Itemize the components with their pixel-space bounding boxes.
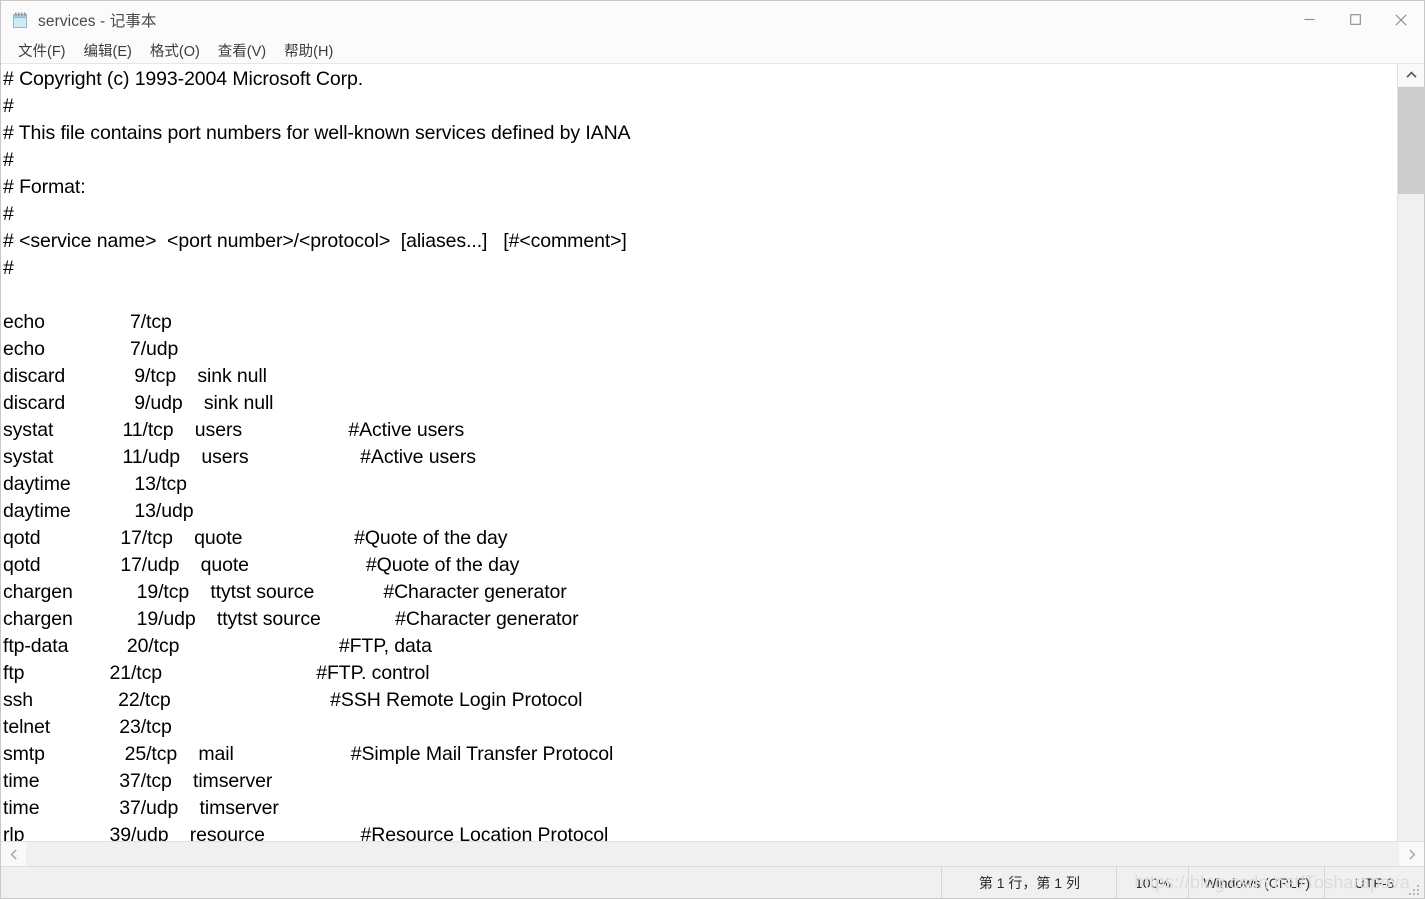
- status-cursor-position: 第 1 行，第 1 列: [941, 867, 1116, 898]
- text-editor[interactable]: # Copyright (c) 1993-2004 Microsoft Corp…: [1, 64, 1397, 841]
- status-spacer: [1, 867, 941, 898]
- window-title: services - 记事本: [38, 12, 157, 30]
- text-line: daytime 13/udp: [3, 500, 194, 522]
- text-line: #: [3, 149, 14, 171]
- horizontal-scroll-track[interactable]: [26, 842, 1399, 866]
- text-line: chargen 19/udp ttytst source #Character …: [3, 608, 579, 630]
- scroll-right-button[interactable]: [1399, 842, 1424, 866]
- vertical-scrollbar[interactable]: [1397, 64, 1425, 841]
- chevron-right-icon: [1408, 848, 1416, 860]
- close-button[interactable]: [1378, 1, 1424, 38]
- text-line: smtp 25/tcp mail #Simple Mail Transfer P…: [3, 743, 614, 765]
- text-line: time 37/tcp timserver: [3, 770, 273, 792]
- text-line: chargen 19/tcp ttytst source #Character …: [3, 581, 567, 603]
- maximize-icon: [1349, 14, 1361, 25]
- status-line-ending[interactable]: Windows (CRLF): [1188, 867, 1324, 898]
- text-line: ftp-data 20/tcp #FTP, data: [3, 635, 432, 657]
- text-line: # Format:: [3, 176, 86, 198]
- text-line: daytime 13/tcp: [3, 473, 187, 495]
- text-line: discard 9/udp sink null: [3, 392, 274, 414]
- text-line: discard 9/tcp sink null: [3, 365, 267, 387]
- text-line: #: [3, 257, 14, 279]
- resize-grip[interactable]: [1409, 883, 1421, 895]
- chevron-up-icon: [1405, 71, 1417, 78]
- text-line: echo 7/udp: [3, 338, 179, 360]
- window-controls: [1286, 1, 1424, 38]
- text-line: ftp 21/tcp #FTP. control: [3, 662, 430, 684]
- menu-bar: 文件(F) 编辑(E) 格式(O) 查看(V) 帮助(H): [1, 38, 1424, 64]
- notepad-window: services - 记事本 文件(F) 编辑(E) 格式(O) 查看(V) 帮…: [0, 0, 1425, 899]
- menu-file[interactable]: 文件(F): [9, 38, 75, 64]
- scroll-left-button[interactable]: [1, 842, 26, 866]
- close-icon: [1395, 13, 1407, 26]
- status-zoom-level[interactable]: 100%: [1116, 867, 1188, 898]
- maximize-button[interactable]: [1332, 1, 1378, 38]
- menu-edit[interactable]: 编辑(E): [75, 38, 141, 64]
- text-line: ssh 22/tcp #SSH Remote Login Protocol: [3, 689, 583, 711]
- menu-help[interactable]: 帮助(H): [275, 38, 342, 64]
- text-content: # Copyright (c) 1993-2004 Microsoft Corp…: [1, 66, 1397, 841]
- minimize-icon: [1304, 18, 1314, 21]
- text-line: qotd 17/tcp quote #Quote of the day: [3, 527, 508, 549]
- text-line: # Copyright (c) 1993-2004 Microsoft Corp…: [3, 68, 364, 90]
- editor-region: # Copyright (c) 1993-2004 Microsoft Corp…: [1, 64, 1425, 841]
- horizontal-scrollbar[interactable]: [1, 841, 1424, 866]
- text-line: systat 11/tcp users #Active users: [3, 419, 465, 441]
- minimize-button[interactable]: [1286, 1, 1332, 38]
- text-line: # This file contains port numbers for we…: [3, 122, 631, 144]
- notepad-icon: [11, 11, 29, 29]
- text-line: rlp 39/udp resource #Resource Location P…: [3, 824, 609, 841]
- text-line: time 37/udp timserver: [3, 797, 279, 819]
- vertical-scroll-thumb[interactable]: [1398, 87, 1425, 194]
- text-line: # <service name> <port number>/<protocol…: [3, 230, 627, 252]
- text-line: [3, 282, 1397, 309]
- menu-view[interactable]: 查看(V): [209, 38, 275, 64]
- menu-format[interactable]: 格式(O): [141, 38, 209, 64]
- chevron-left-icon: [9, 848, 17, 860]
- scroll-up-button[interactable]: [1398, 64, 1424, 86]
- title-bar: services - 记事本: [1, 1, 1424, 38]
- text-line: systat 11/udp users #Active users: [3, 446, 476, 468]
- text-line: echo 7/tcp: [3, 311, 172, 333]
- text-line: #: [3, 203, 14, 225]
- text-line: #: [3, 95, 14, 117]
- text-line: telnet 23/tcp: [3, 716, 172, 738]
- text-line: qotd 17/udp quote #Quote of the day: [3, 554, 520, 576]
- status-bar: 第 1 行，第 1 列 100% Windows (CRLF) UTF-8 ht…: [1, 866, 1424, 898]
- vertical-scroll-track[interactable]: [1398, 86, 1424, 841]
